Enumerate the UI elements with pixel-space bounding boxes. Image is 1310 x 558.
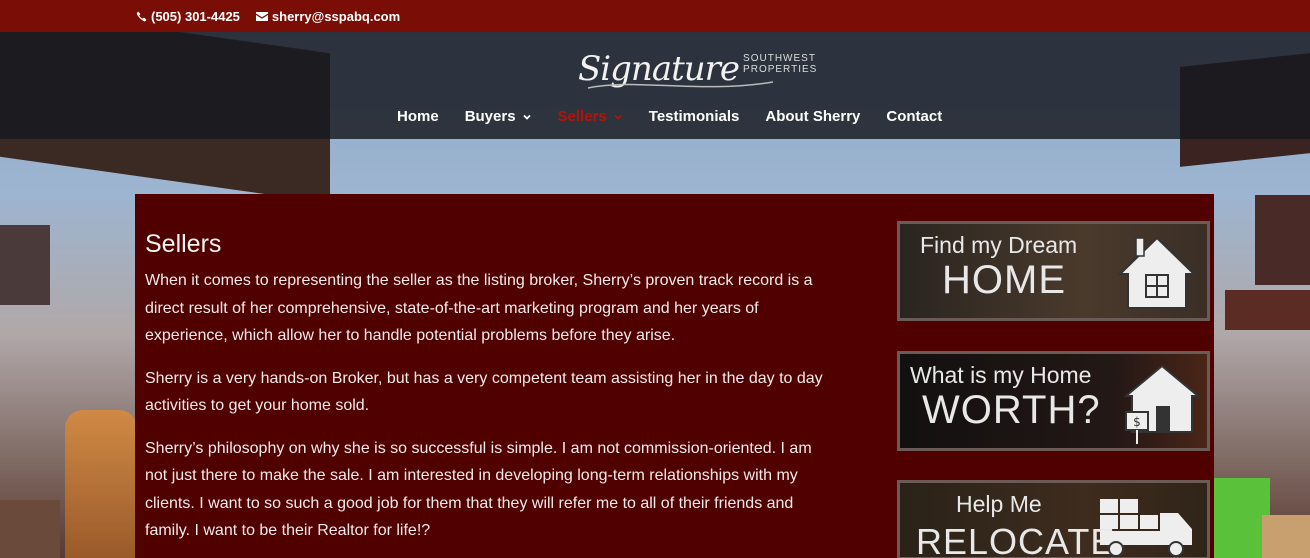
logo-subtitle: SOUTHWEST PROPERTIES (743, 53, 817, 75)
nav-label: Sellers (557, 108, 607, 125)
top-bar: (505) 301-4425 sherry@sspabq.com (0, 0, 1310, 32)
phone-contact[interactable]: (505) 301-4425 (136, 9, 240, 24)
banner-big-text: WORTH? (922, 388, 1101, 432)
content-panel: Sellers When it comes to representing th… (135, 194, 1214, 558)
svg-text:$: $ (1133, 415, 1141, 429)
phone-number: (505) 301-4425 (151, 8, 240, 24)
banner-big-text: HOME (942, 258, 1066, 302)
banner-small-text: What is my Home (910, 362, 1092, 388)
nav-label: About Sherry (765, 108, 861, 125)
paragraph: Sherry’s philosophy on why she is so suc… (145, 439, 812, 540)
site-header: Signature SOUTHWEST PROPERTIES Home Buye… (0, 32, 1310, 139)
main-column: Sellers When it comes to representing th… (145, 230, 835, 558)
banner-small-text: Help Me (956, 491, 1042, 517)
nav-contact[interactable]: Contact (886, 108, 942, 125)
find-dream-home-banner[interactable]: Find my Dream HOME (897, 221, 1210, 321)
nav-home[interactable]: Home (397, 108, 439, 125)
site-logo[interactable]: Signature SOUTHWEST PROPERTIES (578, 38, 816, 100)
nav-label: Buyers (464, 108, 516, 125)
banner-small-text: Find my Dream (920, 232, 1078, 258)
nav-label: Testimonials (648, 108, 740, 125)
page-title: Sellers (145, 230, 222, 258)
bg-building (1262, 515, 1310, 558)
email-contact[interactable]: sherry@sspabq.com (255, 8, 401, 24)
main-nav: Home Buyers Sellers Testimonials About S… (397, 108, 968, 125)
home-worth-banner[interactable]: What is my Home WORTH? $ (897, 351, 1210, 451)
chevron-down-icon (522, 114, 531, 120)
nav-sellers[interactable]: Sellers (558, 108, 623, 125)
envelope-icon (255, 11, 268, 21)
relocate-banner[interactable]: Help Me RELOCATE (897, 480, 1210, 558)
email-address: sherry@sspabq.com (271, 8, 401, 24)
paragraph: Sherry is a very hands-on Broker, but ha… (145, 369, 823, 415)
nav-buyers[interactable]: Buyers (465, 108, 532, 125)
bg-beam (1225, 290, 1310, 330)
house-for-sale-icon: $ (1123, 364, 1201, 444)
bg-tower (65, 410, 137, 558)
nav-label: Home (397, 108, 439, 125)
house-icon (1117, 236, 1197, 309)
banner-big-text: RELOCATE (916, 521, 1116, 558)
nav-label: Contact (886, 108, 943, 125)
bg-beam (0, 225, 50, 305)
phone-icon (136, 11, 147, 21)
logo-swoosh (587, 81, 774, 89)
nav-testimonials[interactable]: Testimonials (649, 108, 740, 125)
logo-line2: PROPERTIES (743, 64, 818, 75)
bg-beam (1255, 195, 1310, 285)
logo-line1: SOUTHWEST (743, 53, 816, 64)
paragraph: When it comes to representing the seller… (145, 272, 813, 344)
moving-truck-icon (1100, 499, 1192, 557)
nav-about-sherry[interactable]: About Sherry (765, 108, 860, 125)
bg-building (0, 500, 60, 558)
chevron-down-icon (614, 114, 622, 120)
